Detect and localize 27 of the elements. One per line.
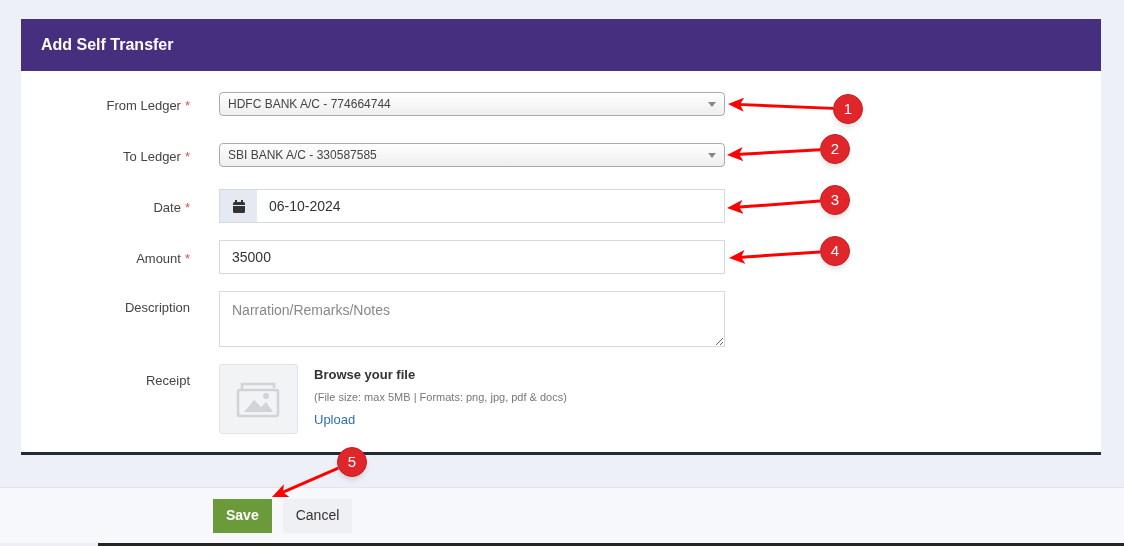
- image-icon: [235, 380, 282, 418]
- caret-icon: [708, 152, 716, 158]
- field-label: Receipt: [145, 372, 190, 390]
- file-hint: (File size: max 5MB | Formats: png, jpg, pdf & docs): [314, 389, 567, 405]
- browse-title: Browse your file: [314, 366, 417, 384]
- caret-icon: [708, 101, 716, 107]
- required-mark: *: [184, 199, 190, 217]
- field-label: Amount: [136, 250, 181, 268]
- ledger-select[interactable]: HDFC BANK A/C - 774664744: [219, 92, 725, 116]
- card-title: Add Self Transfer: [41, 35, 174, 55]
- field-label: To Ledger: [123, 148, 181, 166]
- date-field[interactable]: 06-10-2024: [219, 189, 725, 223]
- field-label: Description: [124, 299, 190, 317]
- field-label: From Ledger: [106, 97, 181, 115]
- annotation-arrow: [272, 466, 339, 497]
- amount-field[interactable]: 35000: [219, 240, 725, 274]
- calendar-button[interactable]: [220, 190, 257, 222]
- upload-link[interactable]: Upload: [314, 410, 356, 430]
- field-label: Date: [153, 199, 181, 217]
- required-mark: *: [184, 148, 190, 166]
- cancel-button[interactable]: Cancel: [282, 498, 353, 533]
- receipt-thumbnail[interactable]: [219, 364, 298, 434]
- calendar-icon: [232, 199, 245, 213]
- description-field[interactable]: Narration/Remarks/Notes: [219, 291, 725, 347]
- ledger-select[interactable]: SBI BANK A/C - 330587585: [219, 143, 725, 167]
- required-mark: *: [184, 97, 190, 115]
- required-mark: *: [184, 250, 190, 268]
